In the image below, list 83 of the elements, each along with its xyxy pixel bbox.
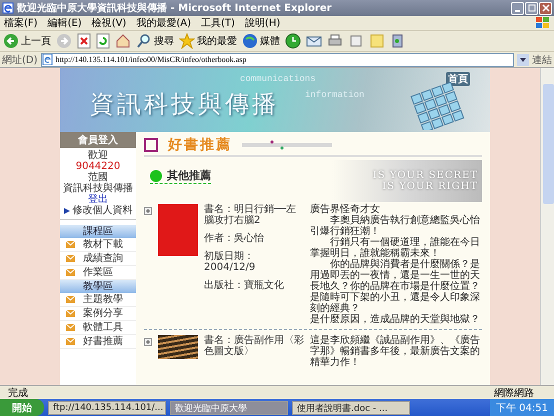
envelope-icon — [66, 338, 75, 345]
home-link[interactable]: 首頁 — [446, 72, 470, 86]
edit-profile-link[interactable]: 修改個人資料 — [64, 205, 132, 216]
member-login-header: 會員登入 — [60, 132, 136, 148]
stop-button[interactable] — [76, 33, 92, 49]
minimize-button[interactable] — [511, 2, 524, 14]
book-description: 你的品牌與消費者是什麼關係？是用過即丟的一夜情，還是一生一世的天長地久？你的品牌在市場是什麼位置？是隨時可下架的小丑，還是令人印象深刻的經典？ — [310, 259, 481, 314]
envelope-icon — [66, 324, 75, 331]
close-button[interactable] — [539, 2, 552, 14]
bullet-dot-icon — [150, 170, 162, 182]
envelope-icon — [66, 241, 75, 248]
page-icon — [42, 54, 53, 65]
dotted-ornament-icon — [242, 140, 332, 150]
book-description: 廣告界怪奇才女 — [310, 204, 380, 215]
nav-item[interactable]: 主題教學 — [60, 293, 136, 307]
expand-icon[interactable] — [144, 207, 152, 215]
member-text: 資訊科技與傳播 — [63, 183, 133, 194]
zone-text: 網際網路 — [494, 386, 534, 400]
envelope-icon — [66, 255, 75, 262]
banner-word: information — [305, 90, 364, 100]
book-cover-placeholder — [158, 335, 198, 359]
taskbar-button[interactable]: 使用者說明書.doc - ... — [292, 400, 410, 414]
envelope-icon — [66, 296, 75, 303]
address-field[interactable]: http://140.135.114.101/infeo00/MisCR/infeo/otherbook.asp — [40, 52, 514, 66]
refresh-button[interactable] — [95, 33, 111, 49]
close-icon — [542, 4, 550, 12]
status-text: 完成 — [8, 386, 28, 400]
globe-icon — [242, 33, 258, 49]
media-button[interactable]: 媒體 — [241, 33, 281, 49]
back-button[interactable]: 上一頁 — [2, 33, 52, 49]
clock: 下午 04:51 — [496, 402, 548, 414]
member-text: 范國 — [88, 172, 108, 183]
menu-item[interactable]: 我的最愛(A) — [136, 16, 191, 30]
book-detail: 出版社：寶瓶文化 — [204, 280, 285, 291]
member-text: 歡迎 — [88, 150, 108, 161]
search-icon — [136, 33, 152, 49]
book-description: 行銷只有一個硬道理，誰能在今日掌握明日，誰就能稱霸未來！ — [310, 237, 481, 259]
nav-item[interactable]: 軟體工具 — [60, 321, 136, 335]
menu-item[interactable]: 說明(H) — [244, 16, 280, 30]
member-id: 9044220 — [76, 161, 120, 172]
windows-logo-icon — [536, 17, 550, 29]
menu-item[interactable]: 檢視(V) — [92, 16, 126, 30]
nav-item[interactable]: 教材下載 — [60, 238, 136, 252]
envelope-icon — [66, 269, 75, 276]
nav-item[interactable]: 案例分享 — [60, 307, 136, 321]
menu-item[interactable]: 編輯(E) — [48, 16, 82, 30]
nav-item[interactable]: 成績查詢 — [60, 252, 136, 266]
logout-link[interactable]: 登出 — [88, 194, 108, 205]
links-label[interactable]: 連結 — [532, 52, 552, 66]
browser-icon — [2, 2, 14, 14]
start-button[interactable]: 開始 — [0, 399, 44, 416]
history-button[interactable] — [284, 33, 302, 49]
section-title: 其他推薦 — [167, 168, 211, 183]
book-description: 這是李欣頻繼《誠品副作用》、《廣告字那》暢銷書多年後，最新廣告文案的精華力作！ — [310, 335, 481, 368]
taskbar-button[interactable]: ftp://140.135.114.101/... — [48, 400, 166, 414]
section-header: 課程區 — [60, 225, 136, 238]
section-header: 教學區 — [60, 280, 136, 293]
book-description: 是什麼原因，造成品牌的天堂與地獄？ — [310, 314, 481, 325]
menu-item[interactable]: 工具(T) — [201, 16, 235, 30]
site-title: 資訊科技與傳播 — [90, 89, 279, 120]
menu-item[interactable]: 檔案(F) — [4, 16, 38, 30]
book-detail: 作者：吳心怡 — [204, 233, 265, 244]
book-cover-placeholder — [158, 204, 198, 256]
book-description: 李奧貝納廣告執行創意總監吳心怡引爆行銷狂潮！ — [310, 215, 481, 237]
home-button[interactable] — [114, 33, 132, 49]
search-button[interactable]: 搜尋 — [135, 33, 175, 49]
scrollbar[interactable] — [540, 68, 554, 385]
star-icon — [179, 33, 195, 49]
banner-word: communications — [240, 74, 316, 84]
address-label: 網址(D) — [2, 54, 38, 66]
book-detail: 書名：明日行銷──左腦攻打右腦2 — [204, 204, 298, 226]
envelope-icon — [66, 310, 75, 317]
nav-item[interactable]: 好書推薦 — [60, 335, 136, 349]
favorites-button[interactable]: 我的最愛 — [178, 33, 238, 49]
book-detail: 書名：廣告副作用〈彩色圖文版〉 — [204, 335, 304, 357]
page-heading: 好書推薦 — [168, 136, 232, 154]
book-detail: 初版日期：2004/12/9 — [204, 251, 256, 273]
square-icon — [144, 138, 158, 152]
maximize-icon — [528, 4, 536, 12]
window-title: 歡迎光臨中原大學資訊科技與傳播 - Microsoft Internet Explorer — [17, 1, 333, 15]
arrow-icon — [64, 208, 70, 214]
maximize-button[interactable] — [525, 2, 538, 14]
expand-icon[interactable] — [144, 338, 152, 346]
